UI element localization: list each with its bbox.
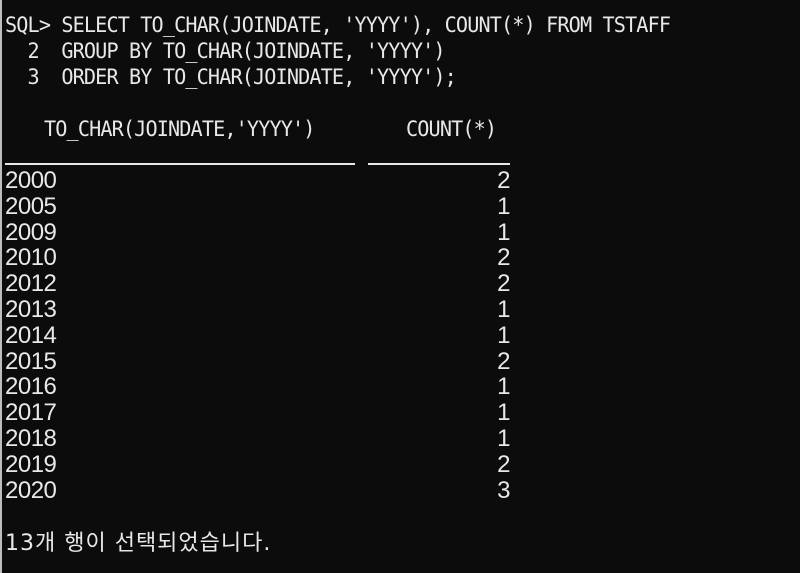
table-row-count: 1 xyxy=(497,373,510,401)
table-row-year: 2019 xyxy=(5,450,57,478)
table-row-count: 2 xyxy=(497,167,510,194)
table-row-count: 3 xyxy=(497,476,510,504)
sql-prompt-line: SQL> SELECT TO_CHAR(JOINDATE, 'YYYY'), C… xyxy=(5,13,671,37)
table-row-year: 2013 xyxy=(5,296,57,323)
table-row-count: 1 xyxy=(497,425,510,452)
table-row-year: 2012 xyxy=(5,270,57,298)
table-row-year: 2014 xyxy=(5,321,57,349)
sql-line-2: 2 GROUP BY TO_CHAR(JOINDATE, 'YYYY') xyxy=(5,39,446,63)
column-divider-year xyxy=(5,163,355,165)
terminal-window[interactable]: SQL> SELECT TO_CHAR(JOINDATE, 'YYYY'), C… xyxy=(0,0,800,573)
table-row-year: 2009 xyxy=(5,218,57,246)
table-row-count: 2 xyxy=(497,347,510,375)
table-row-year: 2005 xyxy=(5,192,57,220)
table-row-count: 2 xyxy=(497,270,510,298)
column-header-year: TO_CHAR(JOINDATE,'YYYY') xyxy=(44,117,315,141)
table-row-count: 2 xyxy=(497,450,510,478)
table-row-year: 2015 xyxy=(5,347,57,375)
status-message: 13개 행이 선택되었습니다. xyxy=(5,531,272,556)
table-row-count: 1 xyxy=(497,321,510,349)
table-row-year: 2000 xyxy=(5,167,57,194)
table-row-year: 2010 xyxy=(5,244,57,272)
table-row-count: 1 xyxy=(497,218,510,246)
sql-line-3: 3 ORDER BY TO_CHAR(JOINDATE, 'YYYY'); xyxy=(5,65,457,89)
column-header-count: COUNT(*) xyxy=(406,117,497,141)
table-row-count: 1 xyxy=(497,296,510,323)
table-row-count: 1 xyxy=(497,399,510,427)
table-row-year: 2020 xyxy=(5,476,57,504)
table-row-year: 2016 xyxy=(5,373,57,401)
table-row-year: 2018 xyxy=(5,425,57,452)
table-row-count: 2 xyxy=(497,244,510,272)
table-row-count: 1 xyxy=(497,192,510,220)
column-divider-count xyxy=(368,163,510,165)
table-row-year: 2017 xyxy=(5,399,57,427)
